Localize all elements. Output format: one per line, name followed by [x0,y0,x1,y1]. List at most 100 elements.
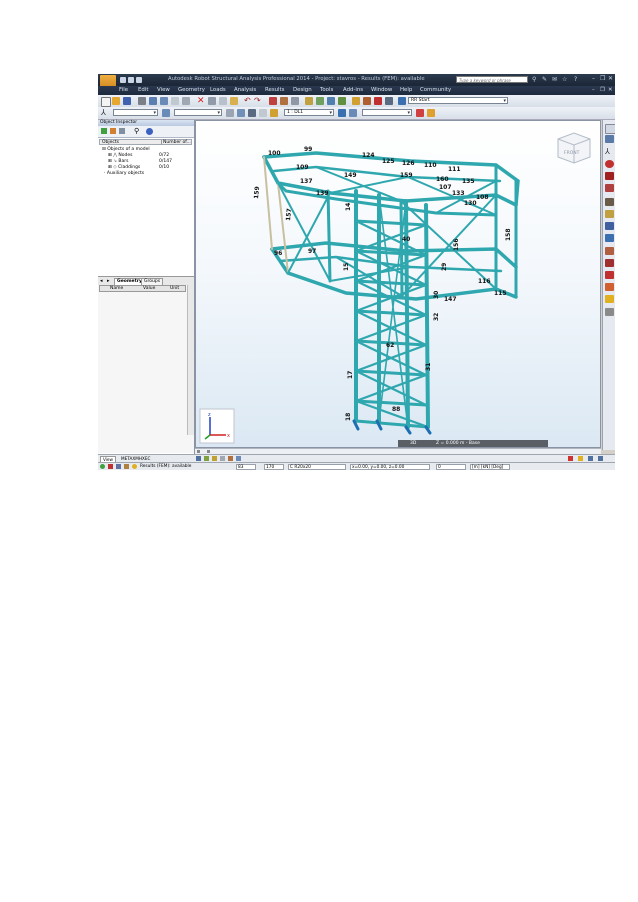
display-icon[interactable] [291,97,299,105]
report-tool-icon[interactable] [605,308,614,316]
load-tool-icon[interactable] [605,247,614,255]
tree-item-aux[interactable]: · Auxiliary objects [104,171,144,176]
communication-icon[interactable]: ✉ [552,76,557,83]
screen-capture-icon[interactable] [160,97,168,105]
new-file-icon[interactable] [101,97,111,107]
member-tool-icon[interactable] [605,172,614,180]
inspector-help-icon[interactable] [146,128,153,135]
zoom-all-icon[interactable] [316,97,324,105]
copy-icon[interactable] [219,97,227,105]
properties-icon[interactable] [269,97,277,105]
status-tool-icon[interactable] [108,464,113,469]
pan-icon[interactable] [327,97,335,105]
report-icon[interactable] [171,97,179,105]
menu-community[interactable]: Community [420,87,451,93]
load-case-select[interactable]: 1 : DL1 [284,109,334,116]
tree-item-bars[interactable]: ⊞ ↘ Bars [108,159,128,164]
case-icon[interactable] [259,109,267,117]
view-tool-icon[interactable] [228,456,233,461]
loads-display-icon[interactable] [427,109,435,117]
menu-results[interactable]: Results [265,87,284,93]
menu-design[interactable]: Design [293,87,312,93]
view-tool-icon[interactable] [220,456,225,461]
paste-icon[interactable] [230,97,238,105]
minimize-icon[interactable]: – [592,75,595,82]
menu-help[interactable]: Help [400,87,412,93]
model-icon[interactable] [363,97,371,105]
case-prev-icon[interactable] [338,109,346,117]
calculations-icon[interactable] [352,97,360,105]
quick-save-icon[interactable] [136,77,142,83]
tables-icon[interactable] [280,97,288,105]
inspector-filter-icon[interactable] [101,128,107,134]
viewport-3d[interactable]: 100 99 109 124 125 126 110 111 137 149 1… [195,120,601,448]
view-mode-label[interactable]: 3D [410,440,416,447]
delete-icon[interactable]: ✕ [197,97,205,106]
view-plane-label[interactable]: Z = 0.000 m - Base [436,440,480,447]
col-objects[interactable]: Objects [102,140,119,145]
view-cube[interactable]: FRONT [557,132,591,164]
inspector-search-icon[interactable]: ⚲ [134,127,139,135]
menu-edit[interactable]: Edit [138,87,148,93]
release-tool-icon[interactable] [605,198,614,206]
col-value[interactable]: Value [143,286,155,291]
results-tool-icon[interactable] [605,271,614,279]
scroll-right-icon[interactable] [207,450,210,453]
menu-tools[interactable]: Tools [320,87,333,93]
bar-selection-input[interactable] [174,109,222,116]
view-tool-icon[interactable] [212,456,217,461]
layout-icon[interactable] [398,97,406,105]
view-tool-icon[interactable] [588,456,593,461]
options-icon[interactable] [385,97,393,105]
undo-icon[interactable]: ↶ [244,97,252,105]
menu-addins[interactable]: Add-ins [343,87,363,93]
tree-item-nodes[interactable]: ⊞ ⋀ Nodes [108,153,132,158]
subscription-icon[interactable]: ✎ [542,76,547,83]
view-tool-icon[interactable] [598,456,603,461]
inspector-sort-icon[interactable] [110,128,116,134]
design-icon[interactable] [374,97,382,105]
cut-icon[interactable] [208,97,216,105]
calc-status-icon[interactable] [578,456,583,461]
preview-icon[interactable] [182,97,190,105]
search-input[interactable]: Type a keyword or phrase [456,76,528,83]
select-icon[interactable] [162,109,170,117]
favorites-icon[interactable]: ☆ [562,76,567,83]
tab-scroll-right-icon[interactable]: ▸ [107,278,110,284]
previous-selection-icon[interactable] [237,109,245,117]
menu-view[interactable]: View [157,87,170,93]
open-file-icon[interactable] [112,97,120,105]
panel-tool-icon[interactable] [605,222,614,230]
diagram-tool-icon[interactable] [605,283,614,291]
tab-scroll-left-icon[interactable]: ◂ [100,278,103,284]
load-combo-icon[interactable] [605,259,614,267]
table-tool-icon[interactable] [605,234,614,242]
quick-new-icon[interactable] [120,77,126,83]
status-tool-icon[interactable] [124,464,129,469]
tree-root[interactable]: ⊟ Objects of a model [102,147,150,152]
redo-icon[interactable]: ↷ [254,97,262,105]
view-tool-icon[interactable] [236,456,241,461]
binoculars-icon[interactable]: ⚲ [532,76,536,83]
tab-groups[interactable]: Groups [141,278,164,285]
offset-tool-icon[interactable] [605,210,614,218]
view-tool-icon[interactable] [204,456,209,461]
doc-restore-icon[interactable]: ❐ [600,87,605,93]
help-icon[interactable]: ? [574,76,577,83]
restore-icon[interactable]: ❐ [600,75,605,82]
menu-file[interactable]: File [119,87,128,93]
section-tool-icon[interactable] [605,160,614,168]
case-label-icon[interactable] [270,109,278,117]
menu-loads[interactable]: Loads [210,87,226,93]
print-preview-icon[interactable] [149,97,157,105]
support-tool-icon[interactable]: ⅄ [605,147,614,156]
rotate-icon[interactable] [338,97,346,105]
close-icon[interactable]: ✕ [608,75,613,82]
layout-select[interactable]: RR Start [408,97,508,104]
selection-input[interactable] [113,109,158,116]
zoom-window-icon[interactable] [305,97,313,105]
filter-icon[interactable] [226,109,234,117]
warning-icon[interactable] [568,456,573,461]
menu-analysis[interactable]: Analysis [234,87,256,93]
properties-scrollbar[interactable] [187,285,194,435]
